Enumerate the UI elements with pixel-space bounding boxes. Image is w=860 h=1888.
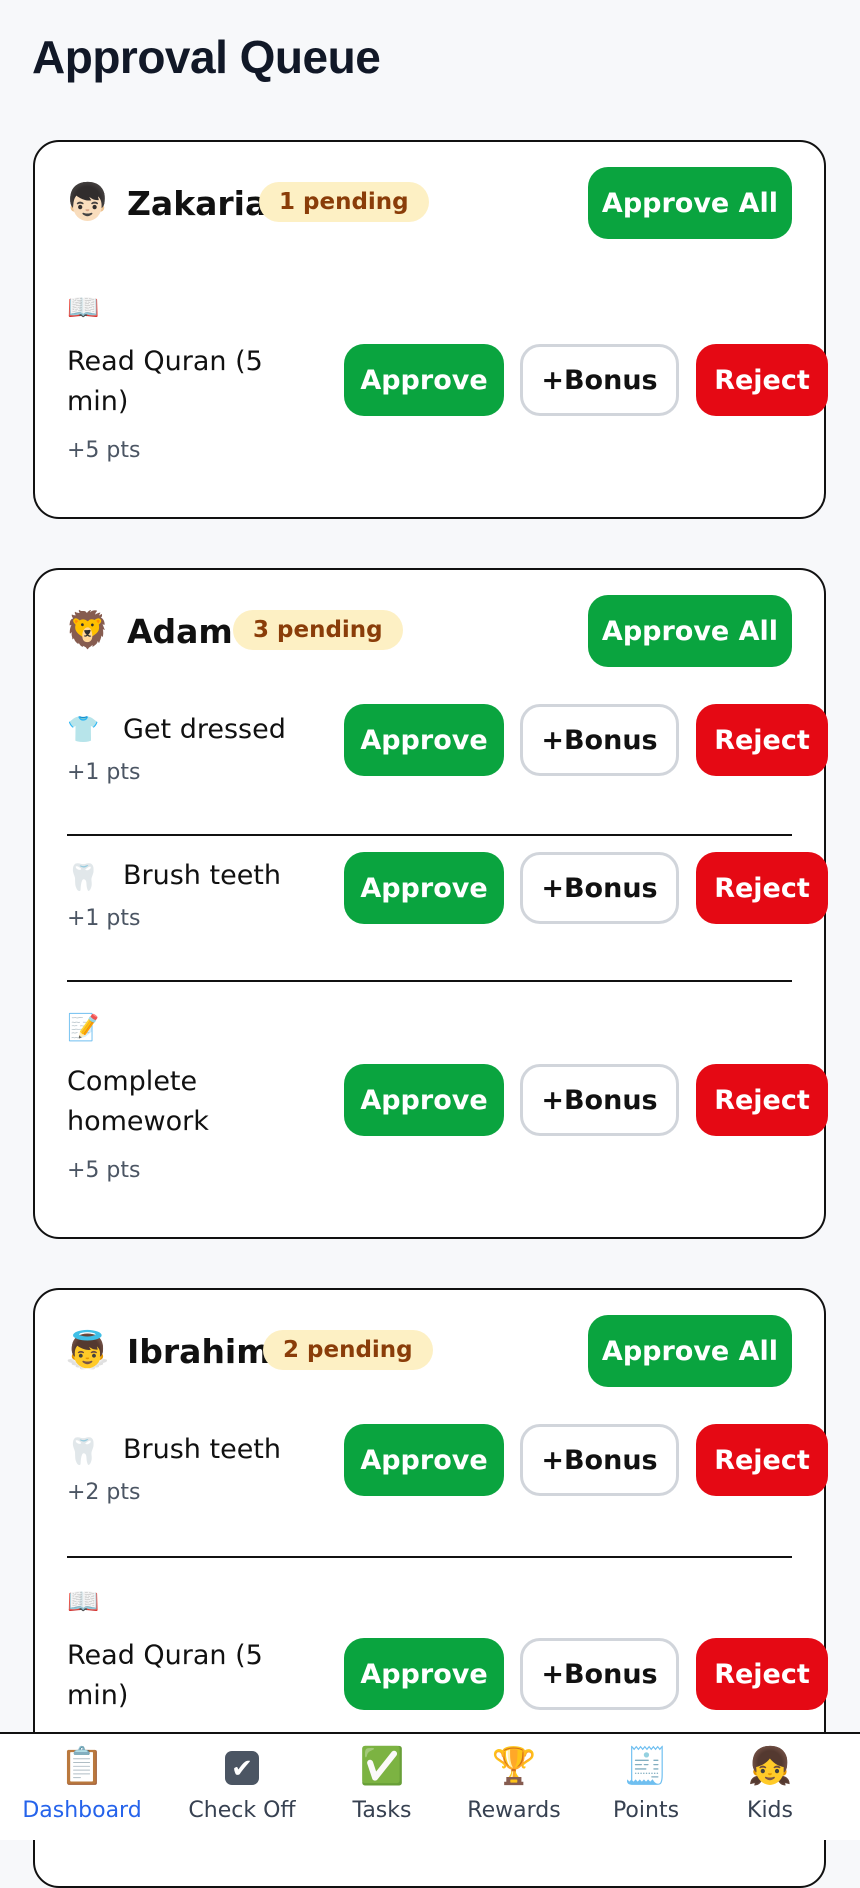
- nav-item-dashboard[interactable]: 📋 Dashboard: [12, 1734, 152, 1840]
- task-row: 📝 Complete homework +5 pts Approve +Bonu…: [67, 980, 828, 1220]
- task-row: 👕 Get dressed +1 pts Approve +Bonus Reje…: [67, 700, 828, 836]
- memo-icon: 📝: [67, 1012, 100, 1042]
- task-name: Read Quran (5 min): [67, 1640, 263, 1711]
- book-icon: 📖: [67, 1586, 100, 1616]
- nav-label: Check Off: [188, 1798, 296, 1823]
- receipt-icon: 🧾: [623, 1745, 669, 1786]
- nav-label: Kids: [747, 1798, 793, 1823]
- reject-button[interactable]: Reject: [696, 1424, 828, 1496]
- clipboard-icon: 📋: [59, 1745, 105, 1786]
- pending-badge: 1 pending: [259, 182, 429, 222]
- kid-name: Zakaria: [127, 184, 268, 223]
- task-points: +5 pts: [67, 438, 141, 463]
- approve-all-button[interactable]: Approve All: [588, 167, 792, 239]
- task-name: Get dressed: [123, 714, 286, 745]
- approve-button[interactable]: Approve: [344, 1064, 504, 1136]
- nav-item-rewards[interactable]: 🏆 Rewards: [444, 1734, 584, 1840]
- bottom-nav: 📋 Dashboard ✔ Check Off ✅ Tasks 🏆 Reward…: [0, 1732, 860, 1840]
- task-points: +1 pts: [67, 906, 141, 931]
- nav-label: Points: [612, 1798, 680, 1823]
- approve-button[interactable]: Approve: [344, 1424, 504, 1496]
- kid-card-zakaria: 👦🏻 Zakaria 1 pending Approve All 📖 Read …: [33, 140, 828, 519]
- shirt-icon: 👕: [67, 714, 100, 744]
- nav-item-kids[interactable]: 👧 Kids: [700, 1734, 840, 1840]
- check-mark-icon: ✅: [359, 1745, 405, 1786]
- page-title: Approval Queue: [32, 31, 381, 83]
- bonus-button[interactable]: +Bonus: [520, 1064, 679, 1136]
- reject-button[interactable]: Reject: [696, 1638, 828, 1710]
- task-name: Brush teeth: [123, 860, 282, 891]
- kid-card-adam: 🦁 Adam 3 pending Approve All 👕 Get dress…: [33, 568, 828, 1239]
- bonus-button[interactable]: +Bonus: [520, 1424, 679, 1496]
- boy-avatar-icon: 👦🏻: [65, 181, 110, 222]
- task-points: +1 pts: [67, 760, 141, 785]
- bonus-button[interactable]: +Bonus: [520, 344, 679, 416]
- reject-button[interactable]: Reject: [696, 344, 828, 416]
- pending-badge: 3 pending: [233, 610, 403, 650]
- task-row: 🦷 Brush teeth +1 pts Approve +Bonus Reje…: [67, 834, 828, 982]
- nav-label: Dashboard: [22, 1798, 142, 1823]
- task-name: Brush teeth: [123, 1434, 282, 1465]
- task-row: 📖 Read Quran (5 min) +5 pts Approve +Bon…: [67, 292, 828, 502]
- tooth-icon: 🦷: [67, 1436, 100, 1466]
- reject-button[interactable]: Reject: [696, 704, 828, 776]
- lion-avatar-icon: 🦁: [65, 609, 110, 650]
- nav-label: Rewards: [467, 1798, 561, 1823]
- pending-badge: 2 pending: [263, 1330, 433, 1370]
- angel-avatar-icon: 👼: [65, 1329, 110, 1370]
- nav-item-points[interactable]: 🧾 Points: [576, 1734, 716, 1840]
- tooth-icon: 🦷: [67, 862, 100, 892]
- approve-button[interactable]: Approve: [344, 704, 504, 776]
- book-icon: 📖: [67, 292, 100, 322]
- approve-all-button[interactable]: Approve All: [588, 1315, 792, 1387]
- approve-all-button[interactable]: Approve All: [588, 595, 792, 667]
- task-points: +5 pts: [67, 1158, 141, 1183]
- bonus-button[interactable]: +Bonus: [520, 704, 679, 776]
- girl-icon: 👧: [747, 1745, 793, 1786]
- kid-name: Ibrahim: [127, 1332, 271, 1371]
- task-name: Read Quran (5 min): [67, 346, 263, 417]
- reject-button[interactable]: Reject: [696, 852, 828, 924]
- kid-header: 👦🏻 Zakaria 1 pending Approve All: [35, 142, 824, 262]
- task-name: Complete homework: [67, 1066, 209, 1137]
- task-points: +2 pts: [67, 1480, 141, 1505]
- approve-button[interactable]: Approve: [344, 852, 504, 924]
- kid-header: 👼 Ibrahim 2 pending Approve All: [35, 1290, 824, 1410]
- bonus-button[interactable]: +Bonus: [520, 852, 679, 924]
- nav-label: Tasks: [352, 1798, 412, 1823]
- checkbox-icon: ✔: [172, 1744, 312, 1788]
- reject-button[interactable]: Reject: [696, 1064, 828, 1136]
- kid-header: 🦁 Adam 3 pending Approve All: [35, 570, 824, 690]
- bonus-button[interactable]: +Bonus: [520, 1638, 679, 1710]
- nav-item-tasks[interactable]: ✅ Tasks: [312, 1734, 452, 1840]
- kid-name: Adam: [127, 612, 233, 651]
- approve-button[interactable]: Approve: [344, 344, 504, 416]
- nav-item-check-off[interactable]: ✔ Check Off: [172, 1734, 312, 1840]
- approve-button[interactable]: Approve: [344, 1638, 504, 1710]
- task-row: 🦷 Brush teeth +2 pts Approve +Bonus Reje…: [67, 1420, 828, 1558]
- trophy-icon: 🏆: [491, 1745, 537, 1786]
